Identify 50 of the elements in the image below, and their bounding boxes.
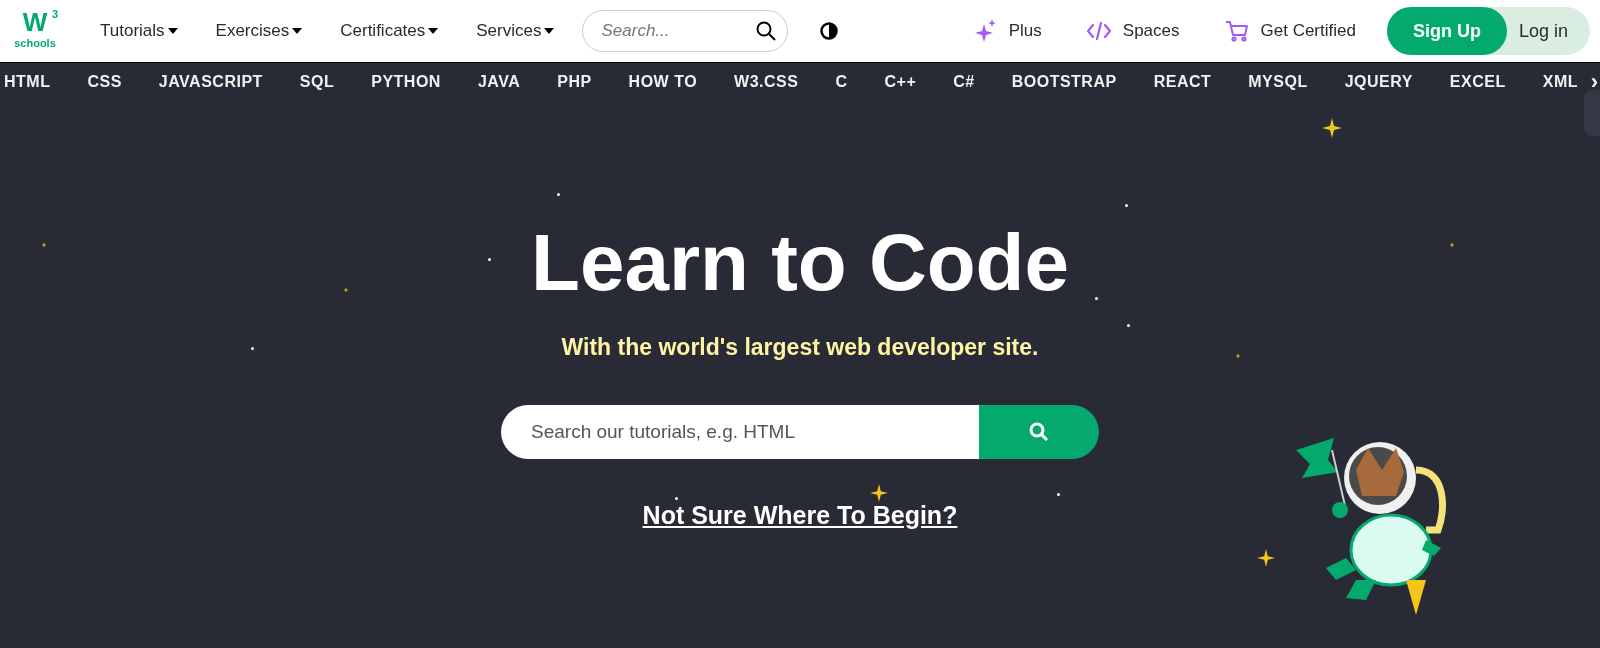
- caret-icon: [167, 28, 178, 34]
- topic-link[interactable]: EXCEL: [1449, 69, 1506, 94]
- menu-dropdown[interactable]: Services: [476, 18, 555, 44]
- star-sparkle-icon: [343, 287, 349, 293]
- menu-dropdown[interactable]: Tutorials: [100, 18, 178, 44]
- topic-link[interactable]: REACT: [1153, 69, 1212, 94]
- topic-link[interactable]: C: [835, 69, 848, 94]
- star-sparkle-icon: [1235, 353, 1241, 359]
- sparkle-icon: [974, 19, 997, 43]
- topic-link[interactable]: JQUERY: [1344, 69, 1413, 94]
- topic-link[interactable]: XML: [1542, 69, 1578, 94]
- search-icon: [1029, 421, 1049, 442]
- topic-link[interactable]: PHP: [557, 69, 592, 94]
- nav-link[interactable]: Plus: [974, 18, 1042, 44]
- topic-link[interactable]: SQL: [299, 69, 335, 94]
- topic-link[interactable]: CSS: [87, 69, 122, 94]
- search-button[interactable]: [979, 404, 1099, 459]
- menu-dropdown[interactable]: Certificates: [340, 18, 439, 44]
- topic-link[interactable]: BOOTSTRAP: [1011, 69, 1117, 94]
- code-icon: [1086, 22, 1111, 40]
- search-icon[interactable]: [756, 21, 777, 41]
- caret-icon: [292, 28, 303, 34]
- star-sparkle-icon: [1322, 118, 1342, 138]
- nav-link[interactable]: Spaces: [1086, 18, 1180, 44]
- begin-link[interactable]: Not Sure Where To Begin?: [642, 496, 958, 534]
- topic-link[interactable]: C++: [884, 69, 917, 94]
- hero-title: Learn to Code: [531, 218, 1069, 308]
- topic-link[interactable]: HTML: [4, 69, 51, 94]
- scroll-right-button[interactable]: ›: [1590, 70, 1598, 93]
- star-sparkle-icon: [41, 242, 47, 248]
- star-sparkle-icon: [1257, 549, 1275, 567]
- topic-link[interactable]: HOW TO: [628, 69, 698, 94]
- topic-link[interactable]: JAVASCRIPT: [158, 69, 263, 94]
- hero-subtitle: With the world's largest web developer site.: [561, 333, 1039, 362]
- search-field[interactable]: Search...: [582, 10, 789, 52]
- topic-link[interactable]: JAVA: [477, 69, 521, 94]
- star-sparkle-icon: [1449, 242, 1455, 248]
- topic-link[interactable]: W3.CSS: [734, 69, 799, 94]
- topic-link[interactable]: PYTHON: [371, 69, 441, 94]
- topic-link[interactable]: C#: [953, 69, 975, 94]
- star-sparkle-icon: [870, 484, 888, 502]
- contrast-toggle-icon[interactable]: [820, 22, 839, 40]
- tutorial-search-field[interactable]: Search our tutorials, e.g. HTML: [501, 404, 979, 459]
- nav-link[interactable]: Get Certified: [1224, 18, 1356, 44]
- menu-dropdown[interactable]: Exercises: [215, 18, 303, 44]
- caret-icon: [544, 28, 555, 34]
- log-in-button[interactable]: Log in: [1506, 7, 1590, 55]
- cart-icon: [1224, 20, 1249, 42]
- topic-link[interactable]: MYSQL: [1248, 69, 1308, 94]
- caret-icon: [428, 28, 439, 34]
